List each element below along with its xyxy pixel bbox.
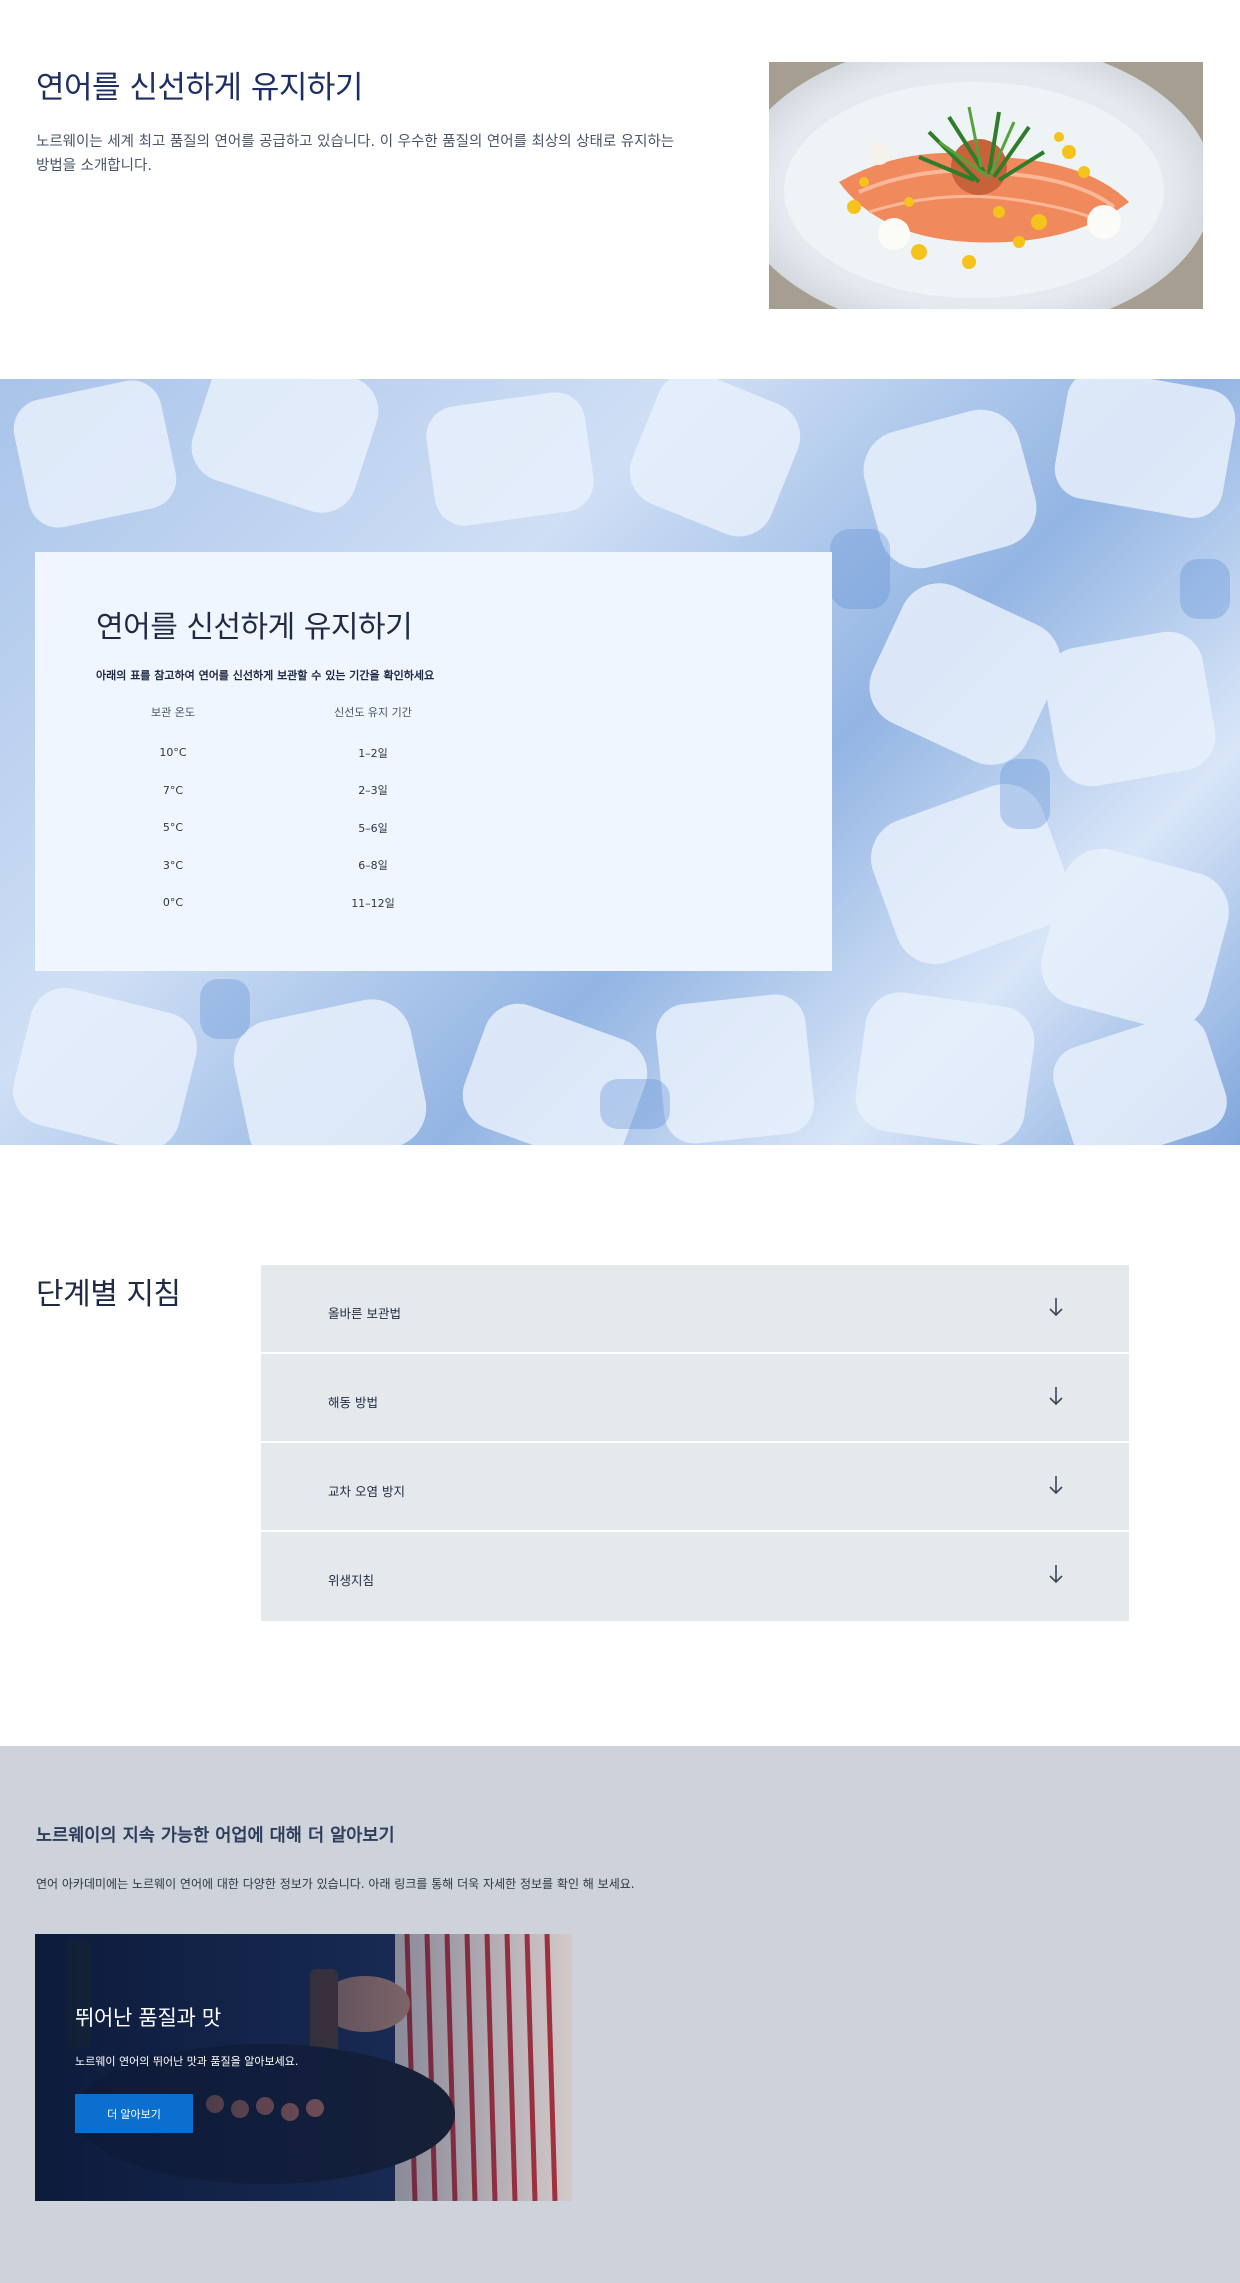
table-row: 0°C 11–12일 bbox=[96, 884, 496, 922]
table-row: 10°C 1–2일 bbox=[96, 734, 496, 772]
learn-text: 연어 아카데미에는 노르웨이 연어에 대한 다양한 정보가 있습니다. 아래 링… bbox=[36, 1877, 635, 1891]
table-row: 3°C 6–8일 bbox=[96, 847, 496, 885]
learn-more-button[interactable]: 더 알아보기 bbox=[75, 2094, 193, 2133]
accordion-item-hygiene[interactable]: 위생지침 bbox=[261, 1532, 1129, 1621]
table-row: 7°C 2–3일 bbox=[96, 772, 496, 810]
learn-more-section: 노르웨이의 지속 가능한 어업에 대해 더 알아보기 연어 아카데미에는 노르웨… bbox=[0, 1746, 1240, 2283]
period-cell: 1–2일 bbox=[358, 746, 388, 760]
table-header-row: 보관 온도 신선도 유지 기간 bbox=[96, 704, 496, 734]
promo-title: 뛰어난 품질과 맛 bbox=[75, 2006, 221, 2030]
temperature-cell: 3°C bbox=[162, 858, 184, 872]
period-cell: 5–6일 bbox=[358, 821, 388, 835]
storage-title: 연어를 신선하게 유지하기 bbox=[96, 610, 413, 645]
quality-promo-card: 뛰어난 품질과 맛 노르웨이 연어의 뛰어난 맛과 품질을 알아보세요. 더 알… bbox=[35, 1934, 572, 2201]
storage-table: 보관 온도 신선도 유지 기간 10°C 1–2일 7°C 2–3일 5°C 5… bbox=[96, 704, 496, 922]
accordion-label: 올바른 보관법 bbox=[328, 1306, 401, 1321]
learn-title: 노르웨이의 지속 가능한 어업에 대해 더 알아보기 bbox=[36, 1826, 395, 1846]
intro-text: 노르웨이는 세계 최고 품질의 연어를 공급하고 있습니다. 이 우수한 품질의… bbox=[36, 134, 675, 174]
accordion-label: 교차 오염 방지 bbox=[328, 1484, 405, 1499]
steps-title: 단계별 지침 bbox=[36, 1277, 181, 1312]
intro-title: 연어를 신선하게 유지하기 bbox=[36, 70, 363, 106]
storage-description: 아래의 표를 참고하여 연어를 신선하게 보관할 수 있는 기간을 확인하세요 bbox=[96, 669, 435, 682]
arrow-down-icon bbox=[1049, 1565, 1063, 1584]
temperature-cell: 7°C bbox=[162, 783, 184, 797]
steps-section: 단계별 지침 올바른 보관법 해동 방법 교차 오염 방지 위생지침 bbox=[0, 1145, 1240, 1746]
arrow-down-icon bbox=[1049, 1476, 1063, 1495]
column-header-temperature: 보관 온도 bbox=[151, 706, 195, 719]
steps-accordion: 올바른 보관법 해동 방법 교차 오염 방지 위생지침 bbox=[261, 1265, 1129, 1621]
temperature-cell: 10°C bbox=[159, 746, 187, 760]
ice-storage-section: 연어를 신선하게 유지하기 아래의 표를 참고하여 연어를 신선하게 보관할 수… bbox=[0, 379, 1240, 1145]
temperature-cell: 5°C bbox=[162, 821, 184, 835]
accordion-label: 위생지침 bbox=[328, 1573, 375, 1588]
period-cell: 2–3일 bbox=[358, 784, 388, 798]
salmon-dish-image bbox=[769, 62, 1203, 309]
table-row: 5°C 5–6일 bbox=[96, 809, 496, 847]
intro-section: 연어를 신선하게 유지하기 노르웨이는 세계 최고 품질의 연어를 공급하고 있… bbox=[0, 0, 1240, 379]
temperature-cell: 0°C bbox=[162, 896, 184, 910]
accordion-item-cross-contamination[interactable]: 교차 오염 방지 bbox=[261, 1443, 1129, 1532]
accordion-label: 해동 방법 bbox=[328, 1395, 378, 1410]
accordion-item-storage[interactable]: 올바른 보관법 bbox=[261, 1265, 1129, 1354]
period-cell: 6–8일 bbox=[358, 859, 388, 873]
period-cell: 11–12일 bbox=[351, 896, 395, 910]
storage-card: 연어를 신선하게 유지하기 아래의 표를 참고하여 연어를 신선하게 보관할 수… bbox=[35, 552, 832, 971]
promo-text: 노르웨이 연어의 뛰어난 맛과 품질을 알아보세요. bbox=[75, 2055, 299, 2068]
column-header-period: 신선도 유지 기간 bbox=[334, 706, 412, 719]
accordion-item-thawing[interactable]: 해동 방법 bbox=[261, 1354, 1129, 1443]
arrow-down-icon bbox=[1049, 1298, 1063, 1317]
arrow-down-icon bbox=[1049, 1387, 1063, 1406]
